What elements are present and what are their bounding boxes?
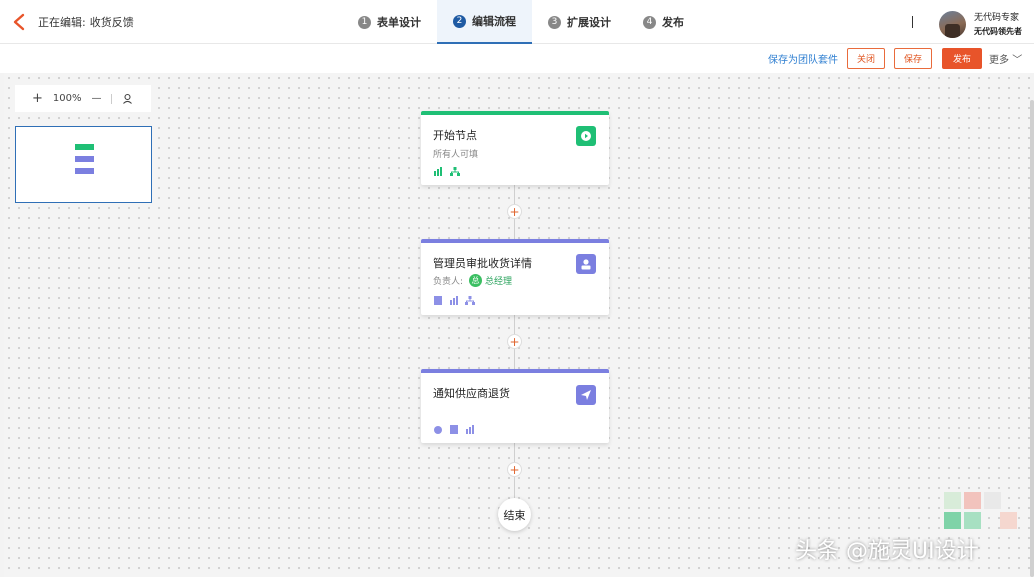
minimap-node (75, 144, 94, 150)
toolbar-divider (110, 93, 112, 104)
step-number: 1 (358, 15, 371, 29)
zoom-out-icon[interactable]: — (87, 93, 107, 104)
node-title: 开始节点 (433, 129, 477, 142)
user-name: 无代码专家 (974, 13, 1020, 23)
user-icon (576, 254, 596, 274)
chart-icon[interactable] (449, 296, 459, 305)
org-tree-icon[interactable] (464, 296, 475, 305)
watermark-text: 头条 @施灵UI设计 (795, 539, 979, 564)
save-button[interactable]: 保存 (894, 48, 932, 69)
user-subtitle: 无代码领先者 (974, 27, 1022, 36)
node-title: 管理员审批收货详情 (433, 257, 532, 270)
header-divider (912, 16, 913, 28)
locate-icon[interactable] (122, 93, 133, 104)
action-bar: 保存为团队套件 关闭 保存 发布 更多 ﹀ (0, 44, 1034, 73)
zoom-in-icon[interactable]: + (27, 91, 48, 106)
node-accent-bar (421, 369, 609, 373)
node-title: 通知供应商退货 (433, 387, 510, 400)
notify-node[interactable]: 通知供应商退货 (421, 369, 609, 443)
owner-label: 负责人: (433, 277, 464, 287)
start-node[interactable]: 开始节点 所有人可填 (421, 111, 609, 185)
tab-form-design[interactable]: 1 表单设计 (342, 0, 437, 44)
chart-icon[interactable] (465, 425, 475, 434)
file-icon[interactable] (449, 425, 459, 434)
close-button[interactable]: 关闭 (847, 48, 885, 69)
add-node-button[interactable]: + (507, 334, 522, 349)
user-info[interactable]: 无代码专家 无代码领先者 (974, 12, 1022, 38)
node-accent-bar (421, 239, 609, 243)
end-node[interactable]: 结束 (498, 498, 531, 531)
tab-label: 表单设计 (377, 16, 421, 29)
vertical-scrollbar[interactable] (1030, 100, 1034, 577)
tab-extend-design[interactable]: 3 扩展设计 (532, 0, 627, 44)
editing-prefix: 正在编辑: (38, 16, 86, 29)
play-icon (576, 126, 596, 146)
owner-initial: 总 (469, 274, 483, 287)
node-accent-bar (421, 111, 609, 115)
approval-node[interactable]: 管理员审批收货详情 负责人: 总总经理 (421, 239, 609, 315)
tab-edit-flow[interactable]: 2 编辑流程 (437, 0, 532, 44)
step-number: 4 (643, 15, 656, 29)
step-tabs: 1 表单设计 2 编辑流程 3 扩展设计 4 发布 (342, 0, 700, 44)
tab-label: 扩展设计 (567, 16, 611, 29)
chart-icon[interactable] (433, 167, 443, 176)
editing-title: 正在编辑: 收货反馈 (38, 14, 138, 30)
minimap[interactable] (15, 126, 152, 203)
top-header: 正在编辑: 收货反馈 1 表单设计 2 编辑流程 3 扩展设计 4 发布 无代码专家 无代… (0, 0, 1034, 44)
avatar[interactable] (939, 11, 966, 38)
org-tree-icon[interactable] (449, 167, 460, 176)
step-number: 3 (548, 15, 561, 29)
tab-label: 编辑流程 (472, 15, 516, 28)
send-icon (576, 385, 596, 405)
more-label: 更多 (989, 55, 1009, 66)
add-node-button[interactable]: + (507, 204, 522, 219)
back-arrow-icon[interactable] (10, 12, 30, 32)
hand-icon[interactable] (433, 425, 443, 434)
save-as-team-kit-link[interactable]: 保存为团队套件 (768, 51, 838, 66)
more-menu[interactable]: 更多 ﹀ (989, 51, 1022, 66)
tab-publish[interactable]: 4 发布 (627, 0, 700, 44)
file-icon[interactable] (433, 296, 443, 305)
node-owner: 负责人: 总总经理 (433, 274, 512, 287)
owner-chip[interactable]: 总总经理 (469, 274, 512, 287)
node-tools (433, 167, 460, 179)
node-description: 所有人可填 (433, 150, 479, 160)
owner-name: 总经理 (485, 277, 513, 287)
minimap-node (75, 156, 94, 162)
step-number: 2 (453, 14, 466, 28)
editing-form-name: 收货反馈 (89, 16, 134, 29)
add-node-button[interactable]: + (507, 462, 522, 477)
minimap-node (75, 168, 94, 174)
publish-button[interactable]: 发布 (942, 48, 982, 69)
node-tools (433, 425, 475, 437)
zoom-level: 100% (52, 93, 82, 104)
tab-label: 发布 (662, 16, 684, 29)
node-tools (433, 296, 475, 308)
zoom-toolbar: + 100% — (15, 85, 151, 112)
chevron-down-icon: ﹀ (1012, 55, 1023, 66)
